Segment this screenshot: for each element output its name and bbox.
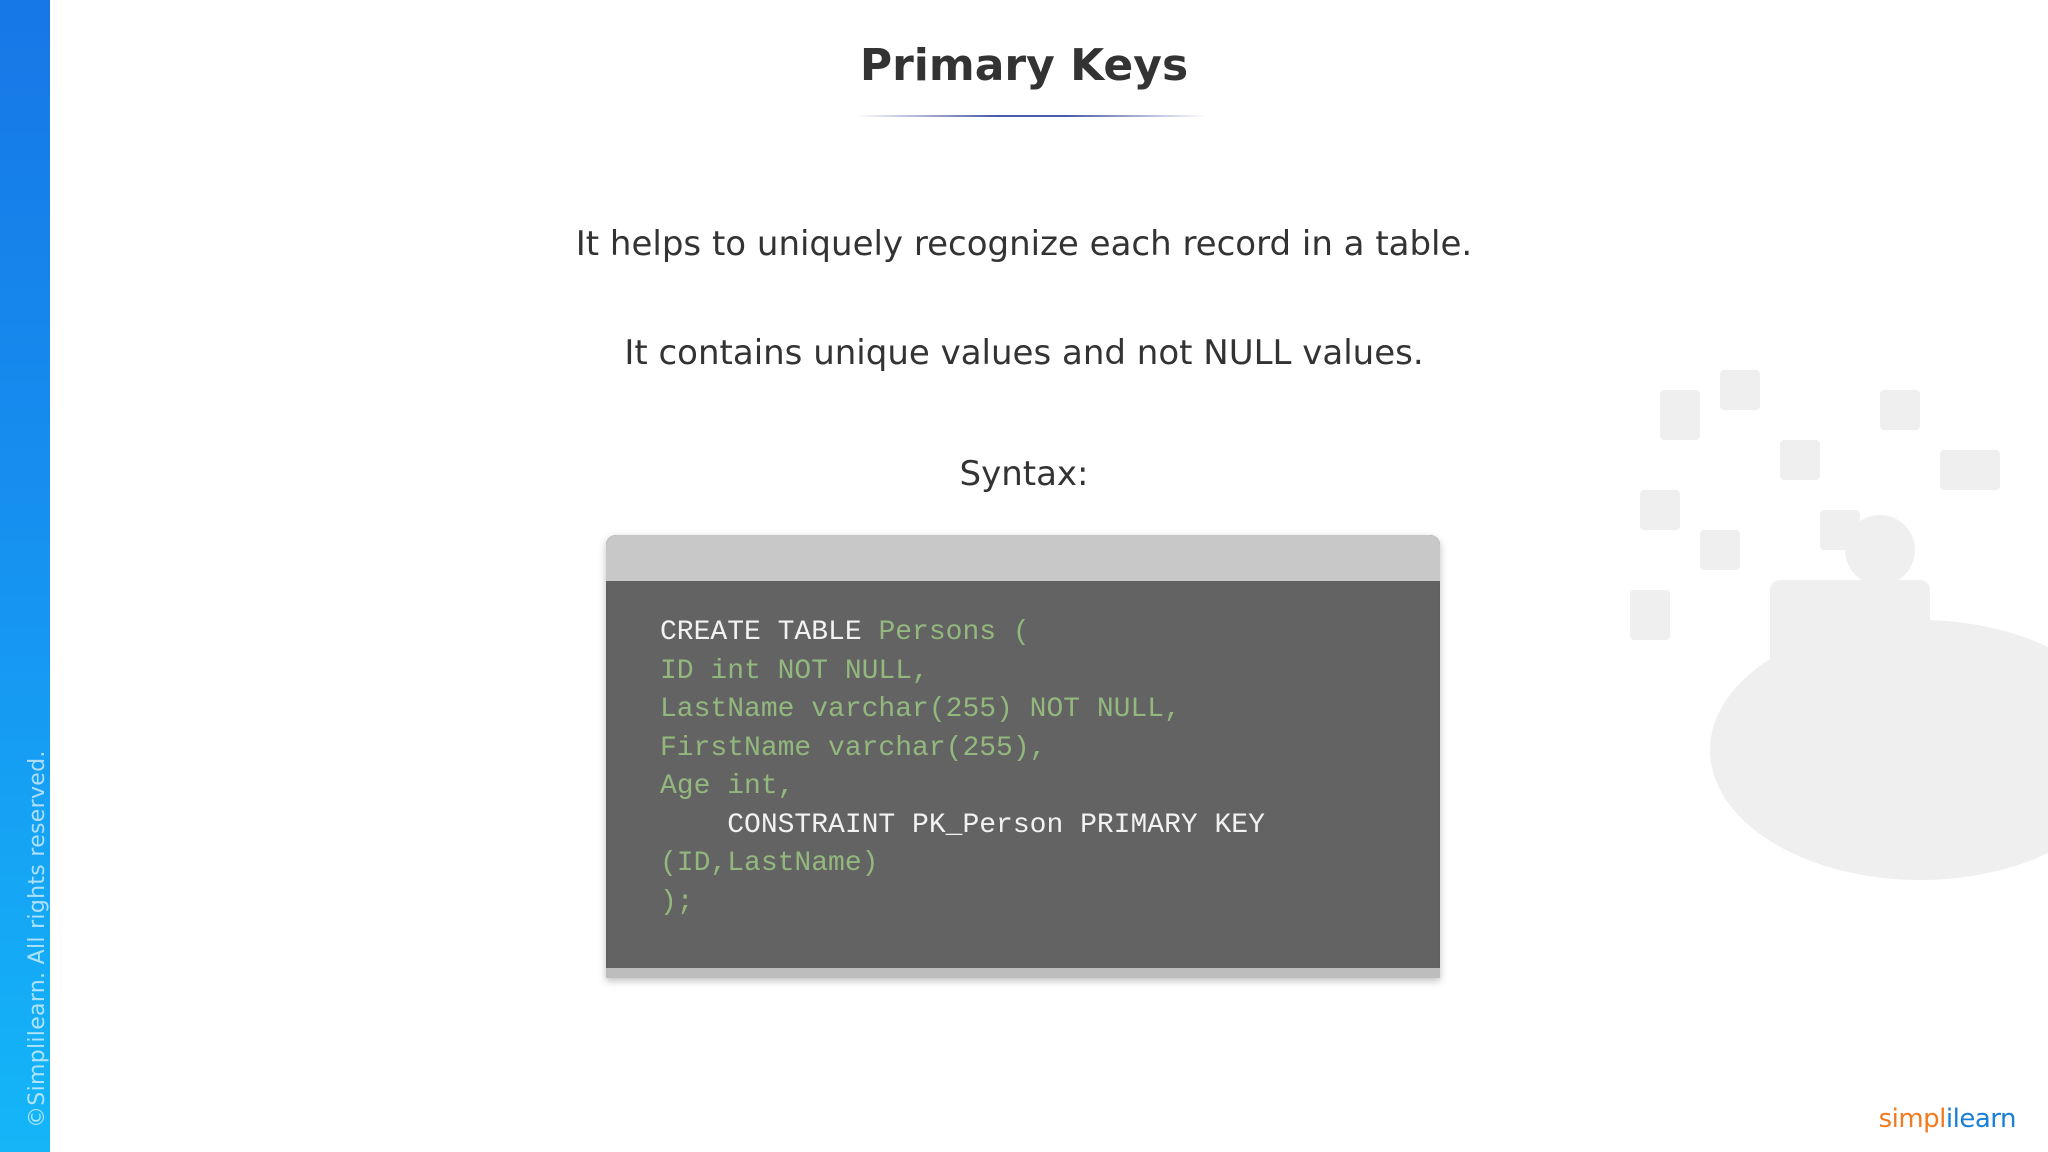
simplilearn-logo: simplilearn	[1878, 1104, 2017, 1134]
code-token: Age int,	[660, 771, 795, 802]
slide: ©Simplilearn. All rights reserved. Prima…	[0, 0, 2048, 1152]
logo-text-learn: learn	[1952, 1104, 2017, 1134]
side-accent-bar: ©Simplilearn. All rights reserved.	[0, 0, 50, 1152]
code-line: FirstName varchar(255),	[660, 730, 1265, 769]
code-token: LastName varchar(255) NOT NULL,	[660, 694, 1181, 725]
point-unique-record: It helps to uniquely recognize each reco…	[575, 224, 1473, 264]
copyright-notice: ©Simplilearn. All rights reserved.	[25, 750, 50, 1128]
code-token: Persons (	[878, 617, 1030, 648]
slide-title: Primary Keys	[859, 40, 1189, 91]
code-line: ID int NOT NULL,	[660, 653, 1265, 692]
code-window-bottom-edge	[606, 968, 1440, 978]
code-window: CREATE TABLE Persons (ID int NOT NULL, La…	[606, 535, 1440, 978]
code-window-titlebar	[606, 535, 1440, 581]
code-line: CONSTRAINT PK_Person PRIMARY KEY	[660, 807, 1265, 846]
code-line: );	[660, 884, 1265, 923]
code-token: (ID,LastName)	[660, 848, 879, 879]
code-line: Age int,	[660, 768, 1265, 807]
code-line: LastName varchar(255) NOT NULL,	[660, 691, 1265, 730]
code-token: );	[660, 886, 694, 918]
logo-text-i: i	[1945, 1104, 1953, 1134]
code-token: ID int NOT NULL,	[660, 655, 929, 687]
background-illustration	[1630, 370, 2048, 880]
code-line: (ID,LastName)	[660, 845, 1265, 884]
logo-text-simpl: simpl	[1878, 1104, 1947, 1134]
code-token: CONSTRAINT PK_Person PRIMARY KEY	[660, 809, 1265, 841]
code-token: CREATE TABLE	[660, 617, 879, 648]
sql-code-block: CREATE TABLE Persons (ID int NOT NULL, La…	[660, 614, 1265, 922]
title-underline	[856, 115, 1206, 117]
code-token: FirstName varchar(255),	[660, 732, 1047, 764]
code-line: CREATE TABLE Persons (	[660, 614, 1265, 653]
